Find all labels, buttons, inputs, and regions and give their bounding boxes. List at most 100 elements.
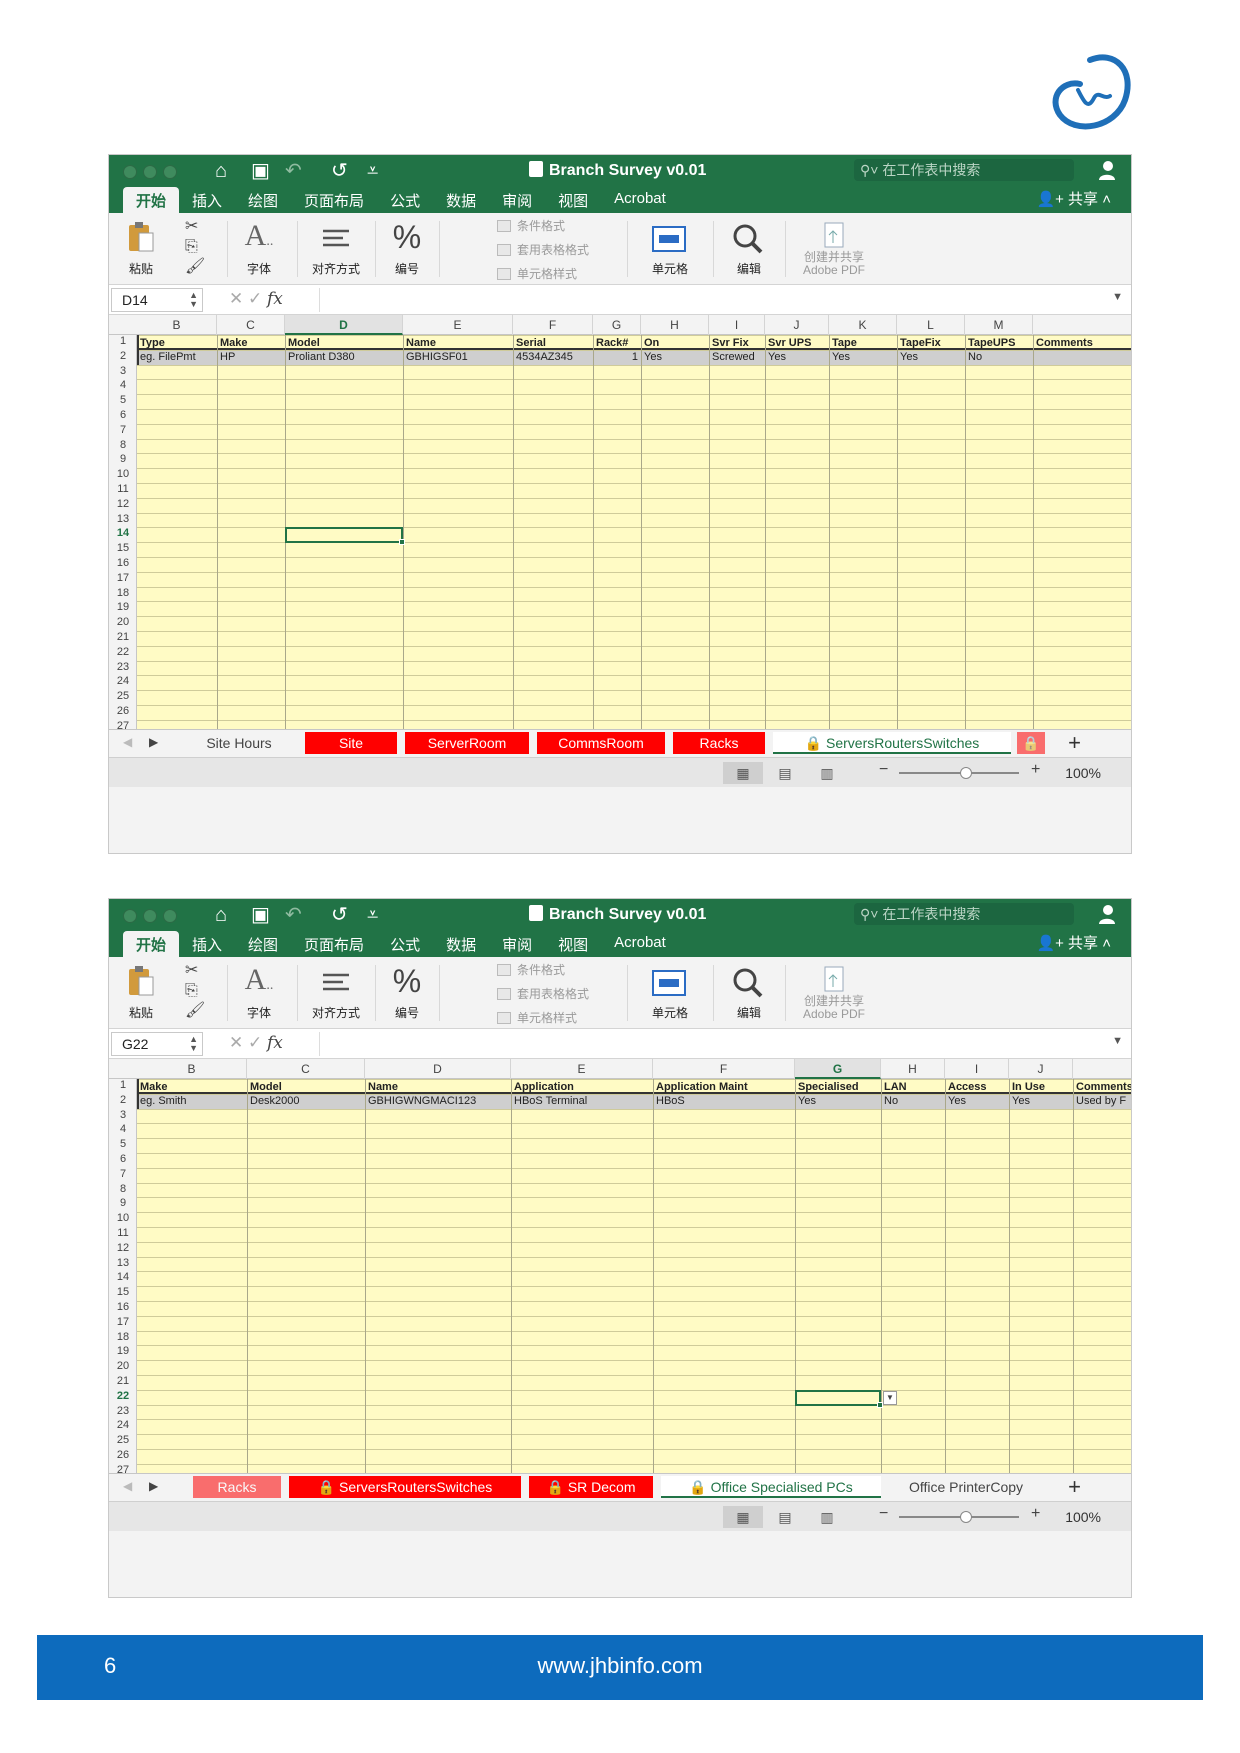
copy-icon[interactable]: ⎘ <box>185 237 215 257</box>
row-header[interactable]: 1 <box>109 335 137 347</box>
example-cell[interactable]: Yes <box>641 350 709 364</box>
row-header[interactable]: 2 <box>109 1094 137 1106</box>
row-header[interactable]: 22 <box>109 1390 137 1402</box>
header-cell[interactable]: Model <box>285 336 403 350</box>
row-header[interactable]: 9 <box>109 1197 137 1209</box>
row-header[interactable]: 27 <box>109 1464 137 1473</box>
column-header[interactable]: B <box>137 1059 247 1079</box>
column-header[interactable]: D <box>285 315 403 335</box>
row-header[interactable]: 5 <box>109 394 137 406</box>
zoom-slider-track[interactable] <box>899 772 1019 774</box>
ribbon-tab[interactable]: 开始 <box>123 931 180 957</box>
undo-icon[interactable]: ↶ <box>285 903 302 927</box>
row-header[interactable]: 6 <box>109 409 137 421</box>
cut-icon[interactable]: ✂ <box>185 217 215 237</box>
row-header[interactable]: 16 <box>109 557 137 569</box>
cut-icon[interactable]: ✂ <box>185 961 215 981</box>
conditional-format-button[interactable]: 条件格式 <box>497 217 565 234</box>
cell-styles-button[interactable]: 单元格样式 <box>497 1009 577 1026</box>
cancel-icon[interactable]: ✕ <box>229 289 248 308</box>
example-cell[interactable]: Yes <box>897 350 965 364</box>
example-cell[interactable]: GBHIGWNGMACI123 <box>365 1094 511 1108</box>
sheet-tab[interactable]: ServerRoom <box>405 732 529 754</box>
insert-function-icon[interactable]: fx <box>267 289 283 309</box>
edit-group[interactable]: 编辑 <box>717 213 781 285</box>
column-header[interactable]: L <box>897 315 965 335</box>
example-cell[interactable]: Desk2000 <box>247 1094 365 1108</box>
sheet-tab[interactable]: Racks <box>673 732 765 754</box>
selected-cell[interactable] <box>285 527 405 546</box>
paste-group[interactable]: 粘贴 <box>115 213 167 285</box>
row-header[interactable]: 26 <box>109 1449 137 1461</box>
zoom-in-icon[interactable]: + <box>1031 1505 1040 1523</box>
example-cell[interactable]: eg. FilePmt <box>137 350 217 364</box>
row-header[interactable]: 19 <box>109 1345 137 1357</box>
example-cell[interactable]: No <box>965 350 1033 364</box>
name-box-stepper-icon[interactable]: ▲ ▼ <box>189 1035 198 1053</box>
row-header[interactable]: 7 <box>109 1168 137 1180</box>
ribbon-tab[interactable]: Acrobat <box>601 187 679 213</box>
column-header[interactable]: K <box>829 315 897 335</box>
ribbon-tab[interactable]: 公式 <box>377 931 433 957</box>
header-cell[interactable]: In Use <box>1009 1080 1073 1094</box>
font-group[interactable]: A.. 字体 <box>231 213 287 285</box>
copy-icon[interactable]: ⎘ <box>185 981 215 1001</box>
example-cell[interactable]: Yes <box>765 350 829 364</box>
row-header[interactable]: 13 <box>109 1257 137 1269</box>
prev-sheet-icon[interactable]: ◀ <box>123 1479 132 1493</box>
example-cell[interactable]: HBoS <box>653 1094 795 1108</box>
minimize-window-button[interactable] <box>143 165 157 179</box>
row-header[interactable]: 17 <box>109 1316 137 1328</box>
header-cell[interactable]: Specialised <box>795 1080 881 1094</box>
row-header[interactable]: 3 <box>109 1109 137 1121</box>
row-header[interactable]: 8 <box>109 1183 137 1195</box>
normal-view-icon[interactable]: ▦ <box>723 1506 763 1528</box>
save-icon[interactable]: ▣ <box>251 159 270 183</box>
example-cell[interactable]: Yes <box>795 1094 881 1108</box>
redo-icon[interactable]: ↺ <box>331 159 348 183</box>
row-header[interactable]: 21 <box>109 1375 137 1387</box>
name-box-stepper-icon[interactable]: ▲ ▼ <box>189 291 198 309</box>
customize-toolbar-icon[interactable]: ⩡ <box>367 159 378 183</box>
home-icon[interactable]: ⌂ <box>215 903 227 927</box>
sheet-tab[interactable]: Office PrinterCopy <box>887 1476 1045 1498</box>
header-cell[interactable]: Svr Fix <box>709 336 765 350</box>
row-header[interactable]: 5 <box>109 1138 137 1150</box>
row-header[interactable]: 14 <box>109 1271 137 1283</box>
zoom-in-icon[interactable]: + <box>1031 761 1040 779</box>
column-header[interactable]: C <box>217 315 285 335</box>
collapse-ribbon-icon[interactable]: ˄ <box>1098 935 1111 952</box>
example-cell[interactable]: GBHIGSF01 <box>403 350 513 364</box>
ribbon-tab[interactable]: 数据 <box>433 931 489 957</box>
format-as-table-button[interactable]: 套用表格格式 <box>497 985 589 1002</box>
row-header[interactable]: 27 <box>109 720 137 729</box>
header-cell[interactable]: Name <box>403 336 513 350</box>
column-header[interactable]: F <box>653 1059 795 1079</box>
example-cell[interactable]: No <box>881 1094 945 1108</box>
ribbon-tab[interactable]: 插入 <box>179 931 235 957</box>
column-header[interactable]: H <box>641 315 709 335</box>
row-header[interactable]: 23 <box>109 1405 137 1417</box>
header-cell[interactable]: Application <box>511 1080 653 1094</box>
ribbon-tab[interactable]: 公式 <box>377 187 433 213</box>
ribbon-tab[interactable]: 审阅 <box>489 931 545 957</box>
sheet-search-input[interactable]: ⚲˅ 在工作表中搜索 <box>854 159 1074 181</box>
sheet-tab[interactable]: Site <box>305 732 397 754</box>
row-header[interactable]: 14 <box>109 527 137 539</box>
row-header[interactable]: 21 <box>109 631 137 643</box>
row-header[interactable]: 4 <box>109 1123 137 1135</box>
close-window-button[interactable] <box>123 165 137 179</box>
header-cell[interactable]: Model <box>247 1080 365 1094</box>
ribbon-tab[interactable]: 绘图 <box>235 187 291 213</box>
cell-styles-button[interactable]: 单元格样式 <box>497 265 577 282</box>
row-header[interactable]: 11 <box>109 483 137 495</box>
example-cell[interactable]: 4534AZ345 <box>513 350 593 364</box>
example-cell[interactable]: Used by F <box>1073 1094 1131 1108</box>
ribbon-tab[interactable]: 页面布局 <box>291 187 377 213</box>
next-sheet-icon[interactable]: ▶ <box>149 735 158 749</box>
example-cell[interactable]: HP <box>217 350 285 364</box>
header-cell[interactable]: Comments <box>1033 336 1131 350</box>
zoom-slider-track[interactable] <box>899 1516 1019 1518</box>
close-window-button[interactable] <box>123 909 137 923</box>
example-cell[interactable]: HBoS Terminal <box>511 1094 653 1108</box>
